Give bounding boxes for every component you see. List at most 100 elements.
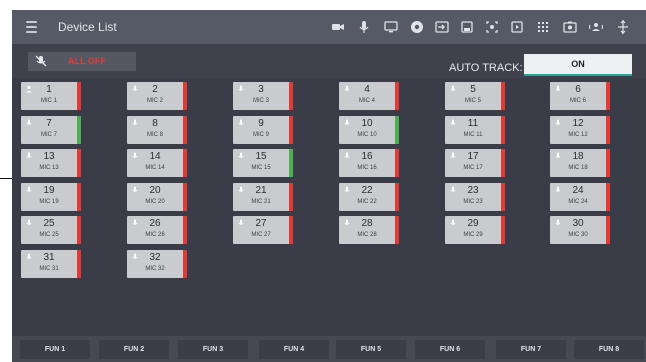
hamburger-menu-icon[interactable] bbox=[26, 21, 37, 33]
mic-tile[interactable]: 32 MIC 32 bbox=[127, 250, 187, 278]
mic-status-bar bbox=[183, 149, 187, 177]
mic-status-bar bbox=[77, 149, 81, 177]
fun-button-2[interactable]: FUN 2 bbox=[99, 340, 169, 359]
mic-tile[interactable]: 21 MIC 21 bbox=[233, 183, 293, 211]
mic-tile[interactable]: 24 MIC 24 bbox=[550, 183, 610, 211]
mic-tile[interactable]: 7 MIC 7 bbox=[21, 116, 81, 144]
play-box-icon[interactable] bbox=[509, 19, 525, 35]
mic-tile[interactable]: 18 MIC 18 bbox=[550, 149, 610, 177]
mic-tile[interactable]: 27 MIC 27 bbox=[233, 216, 293, 244]
mic-name: MIC 24 bbox=[568, 199, 588, 205]
target-icon[interactable] bbox=[484, 19, 500, 35]
mic-name: MIC 6 bbox=[569, 98, 586, 104]
mic-tile[interactable]: 6 MIC 6 bbox=[550, 82, 610, 110]
mic-tile[interactable]: 19 MIC 19 bbox=[21, 183, 81, 211]
fun-button-8[interactable]: FUN 8 bbox=[574, 340, 644, 359]
mic-tile[interactable]: 28 MIC 28 bbox=[339, 216, 399, 244]
mic-tile[interactable]: 14 MIC 14 bbox=[127, 149, 187, 177]
top-bar: Device List bbox=[12, 10, 646, 44]
mic-name: MIC 10 bbox=[357, 132, 377, 138]
save-icon[interactable] bbox=[459, 19, 475, 35]
mic-number: 28 bbox=[361, 218, 373, 229]
mic-status-bar bbox=[77, 250, 81, 278]
mic-status-bar bbox=[289, 116, 293, 144]
mic-name: MIC 23 bbox=[463, 199, 483, 205]
mic-tile[interactable]: 11 MIC 11 bbox=[445, 116, 505, 144]
mic-status-bar bbox=[501, 82, 505, 110]
mic-tile[interactable]: 15 MIC 15 bbox=[233, 149, 293, 177]
mic-name: MIC 26 bbox=[145, 232, 165, 238]
mic-tile[interactable]: 12 MIC 12 bbox=[550, 116, 610, 144]
mic-tile[interactable]: 20 MIC 20 bbox=[127, 183, 187, 211]
mic-number: 30 bbox=[572, 218, 584, 229]
mic-number: 26 bbox=[149, 218, 161, 229]
mic-number: 31 bbox=[43, 252, 55, 263]
mic-tile[interactable]: 3 MIC 3 bbox=[233, 82, 293, 110]
mic-status-bar bbox=[501, 149, 505, 177]
fun-button-3[interactable]: FUN 3 bbox=[178, 340, 248, 359]
mic-status-bar bbox=[606, 149, 610, 177]
person-wave-icon[interactable] bbox=[588, 19, 604, 35]
monitor-icon[interactable] bbox=[383, 19, 399, 35]
mic-number: 6 bbox=[575, 84, 581, 95]
mic-status-bar bbox=[289, 82, 293, 110]
mic-tile[interactable]: 9 MIC 9 bbox=[233, 116, 293, 144]
fun-button-4[interactable]: FUN 4 bbox=[259, 340, 329, 359]
all-off-button[interactable]: ALL OFF bbox=[28, 52, 136, 71]
mic-tile[interactable]: 26 MIC 26 bbox=[127, 216, 187, 244]
mic-tile[interactable]: 8 MIC 8 bbox=[127, 116, 187, 144]
function-bar: FUN 1 FUN 2 FUN 3 FUN 4 FUN 5 FUN 6 FUN 7 FUN 8 bbox=[12, 336, 646, 362]
mic-icon[interactable] bbox=[356, 19, 372, 35]
page-title: Device List bbox=[58, 20, 117, 34]
mic-status-bar bbox=[501, 216, 505, 244]
mic-tile[interactable]: 13 MIC 13 bbox=[21, 149, 81, 177]
camera-box-icon[interactable] bbox=[562, 19, 578, 35]
fun-button-1[interactable]: FUN 1 bbox=[20, 340, 90, 359]
fun-button-5[interactable]: FUN 5 bbox=[336, 340, 406, 359]
mic-tile[interactable]: 31 MIC 31 bbox=[21, 250, 81, 278]
grid-icon[interactable] bbox=[535, 19, 551, 35]
mic-number: 8 bbox=[152, 118, 158, 129]
mic-tile[interactable]: 16 MIC 16 bbox=[339, 149, 399, 177]
input-icon[interactable] bbox=[434, 19, 450, 35]
mic-tile[interactable]: 4 MIC 4 bbox=[339, 82, 399, 110]
auto-track-toggle[interactable]: ON bbox=[524, 54, 632, 76]
mic-tile[interactable]: 5 MIC 5 bbox=[445, 82, 505, 110]
mic-tile[interactable]: 1 MIC 1 bbox=[21, 82, 81, 110]
mic-status-bar bbox=[77, 116, 81, 144]
mic-status-bar bbox=[606, 216, 610, 244]
mic-number: 1 bbox=[46, 84, 52, 95]
mic-number: 2 bbox=[152, 84, 158, 95]
fun-button-7[interactable]: FUN 7 bbox=[496, 340, 566, 359]
mic-status-bar bbox=[183, 216, 187, 244]
mic-name: MIC 20 bbox=[145, 199, 165, 205]
gear-icon[interactable] bbox=[409, 19, 425, 35]
mic-name: MIC 29 bbox=[463, 232, 483, 238]
mic-number: 29 bbox=[467, 218, 479, 229]
mic-tile[interactable]: 2 MIC 2 bbox=[127, 82, 187, 110]
fun-button-6[interactable]: FUN 6 bbox=[415, 340, 485, 359]
mic-number: 18 bbox=[572, 151, 584, 162]
mic-tile[interactable]: 30 MIC 30 bbox=[550, 216, 610, 244]
mic-status-bar bbox=[395, 149, 399, 177]
mic-tile[interactable]: 17 MIC 17 bbox=[445, 149, 505, 177]
vertical-split-icon[interactable] bbox=[615, 19, 631, 35]
mic-name: MIC 8 bbox=[146, 132, 163, 138]
mic-name: MIC 31 bbox=[39, 266, 59, 272]
mic-tile[interactable]: 29 MIC 29 bbox=[445, 216, 505, 244]
mic-tile[interactable]: 25 MIC 25 bbox=[21, 216, 81, 244]
mic-tile[interactable]: 23 MIC 23 bbox=[445, 183, 505, 211]
mic-number: 4 bbox=[364, 84, 370, 95]
mic-number: 21 bbox=[255, 185, 267, 196]
mic-name: MIC 2 bbox=[146, 98, 163, 104]
mic-grid: 1 MIC 1 2 MIC 2 3 MIC 3 4 MIC 4 5 MIC 5 6 MIC 6 7 MIC… bbox=[12, 82, 646, 330]
mic-status-bar bbox=[395, 116, 399, 144]
mic-number: 22 bbox=[361, 185, 373, 196]
mic-tile[interactable]: 22 MIC 22 bbox=[339, 183, 399, 211]
mic-number: 11 bbox=[467, 118, 479, 129]
camera-icon[interactable] bbox=[330, 19, 346, 35]
mic-number: 9 bbox=[258, 118, 264, 129]
mic-tile[interactable]: 10 MIC 10 bbox=[339, 116, 399, 144]
mic-name: MIC 17 bbox=[463, 165, 483, 171]
mic-mute-icon bbox=[35, 55, 47, 67]
